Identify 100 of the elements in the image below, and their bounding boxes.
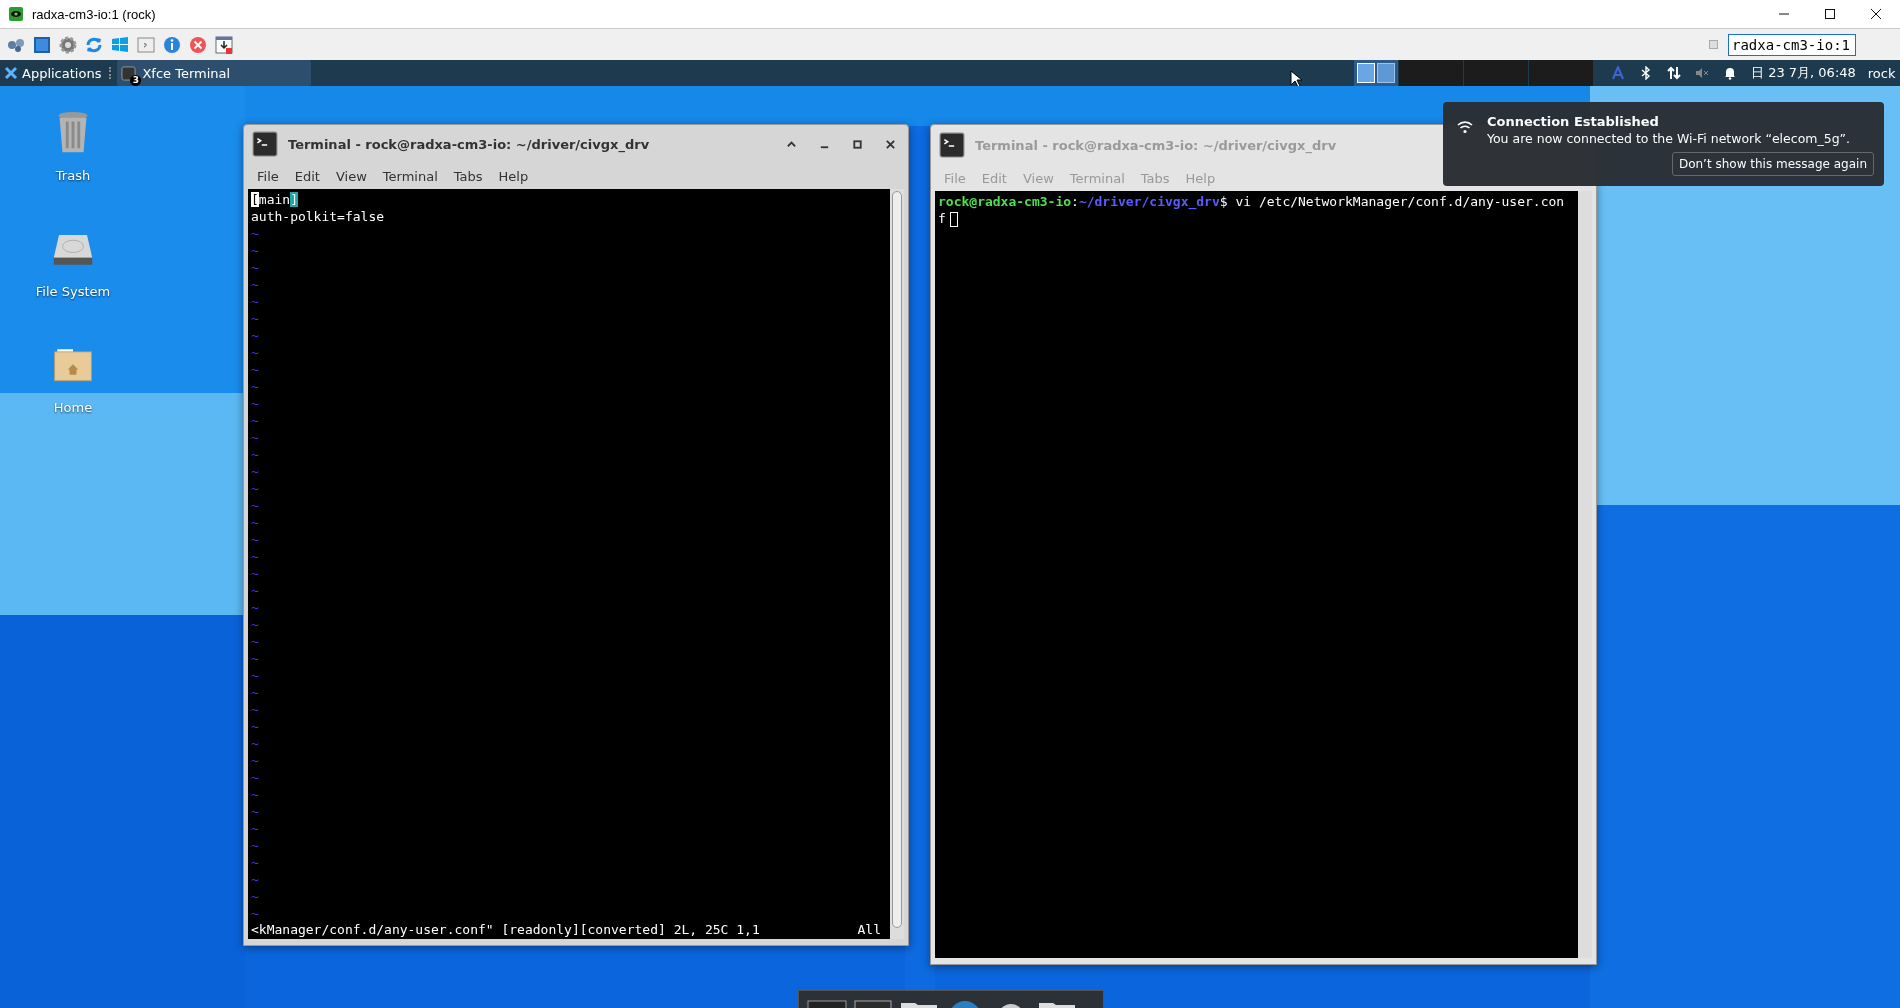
empty-line-tilde: ~: [251, 515, 259, 530]
empty-line-tilde: ~: [251, 396, 259, 411]
info-icon[interactable]: [162, 34, 182, 55]
empty-line-tilde: ~: [251, 243, 259, 258]
panel-slot: [1464, 60, 1528, 86]
empty-line-tilde: ~: [251, 481, 259, 496]
empty-line-tilde: ~: [251, 634, 259, 649]
download-icon[interactable]: [214, 34, 234, 55]
notification-title: Connection Established: [1487, 114, 1660, 129]
empty-line-tilde: ~: [251, 294, 259, 309]
empty-line-tilde: ~: [251, 770, 259, 785]
desktop-icon-label[interactable]: File System: [35, 284, 111, 299]
maximize-icon[interactable]: [1824, 8, 1836, 20]
terminal-text: ]: [290, 192, 298, 207]
scrollbar[interactable]: [890, 189, 904, 939]
empty-line-tilde: ~: [251, 753, 259, 768]
empty-line-tilde: ~: [251, 362, 259, 377]
empty-line-tilde: ~: [251, 702, 259, 717]
close-icon[interactable]: [885, 138, 896, 150]
empty-line-tilde: ~: [251, 277, 259, 292]
empty-line-tilde: ~: [251, 583, 259, 598]
empty-line-tilde: ~: [251, 532, 259, 547]
empty-line-tilde: ~: [251, 906, 259, 921]
terminal-icon: [252, 131, 278, 158]
roll-up-icon[interactable]: [786, 138, 797, 150]
status-square-icon: [1709, 40, 1718, 49]
close-icon[interactable]: [1870, 8, 1882, 20]
host-field[interactable]: radxa-cm3-io:1: [1728, 33, 1856, 56]
terminal-text: f: [938, 211, 946, 226]
menu-item[interactable]: Tabs: [446, 168, 490, 184]
window-title: radxa-cm3-io:1 (rock): [32, 6, 156, 22]
wifi-icon: [1457, 120, 1473, 134]
empty-line-tilde: ~: [251, 736, 259, 751]
panel-slot: [1529, 60, 1593, 86]
empty-line-tilde: ~: [251, 498, 259, 513]
empty-line-tilde: ~: [251, 821, 259, 836]
x-logo-icon: [4, 66, 18, 80]
user-name[interactable]: rock: [1867, 65, 1896, 81]
empty-line-tilde: ~: [251, 260, 259, 275]
windows-logo-icon[interactable]: [110, 34, 130, 55]
dont-show-button[interactable]: Don’t show this message again: [1671, 152, 1874, 176]
terminal-icon: [939, 132, 965, 158]
menu-item[interactable]: Terminal: [375, 168, 445, 184]
empty-line-tilde: ~: [251, 311, 259, 326]
terminal-text: :: [1071, 194, 1079, 209]
maximize-icon[interactable]: [852, 138, 863, 150]
applications-menu[interactable]: Applications: [0, 60, 106, 86]
empty-line-tilde: ~: [251, 447, 259, 462]
count-badge: 3: [130, 74, 142, 86]
empty-line-tilde: ~: [251, 464, 259, 479]
empty-line-tilde: ~: [251, 549, 259, 564]
terminal-text: main: [258, 192, 291, 207]
empty-line-tilde: ~: [251, 413, 259, 428]
menu-item[interactable]: Edit: [287, 168, 327, 184]
empty-line-tilde: ~: [251, 668, 259, 683]
empty-line-tilde: ~: [251, 855, 259, 870]
vim-position: All: [857, 922, 881, 937]
terminal-text: auth-polkit=false: [251, 209, 385, 224]
settings-icon[interactable]: [58, 34, 78, 55]
empty-line-tilde: ~: [251, 566, 259, 581]
text-cursor: [949, 212, 958, 227]
empty-line-tilde: ~: [251, 787, 259, 802]
menu-item[interactable]: View: [328, 168, 374, 184]
empty-line-tilde: ~: [251, 719, 259, 734]
terminal-title: Terminal - rock@radxa-cm3-io: ~/driver/civgx_drv: [288, 136, 650, 152]
keyboard-icon[interactable]: [136, 34, 156, 55]
empty-line-tilde: ~: [251, 226, 259, 241]
notification-bell-icon[interactable]: [1723, 66, 1737, 80]
empty-line-tilde: ~: [251, 872, 259, 887]
empty-line-tilde: ~: [251, 328, 259, 343]
menu-item[interactable]: Help: [491, 168, 536, 184]
scrollbar[interactable]: [1578, 191, 1592, 958]
terminal-icon: [121, 65, 137, 81]
empty-line-tilde: ~: [251, 345, 259, 360]
notification-message: You are now connected to the Wi-Fi network “elecom_5g”.: [1487, 131, 1852, 146]
empty-line-tilde: ~: [251, 651, 259, 666]
fullscreen-icon[interactable]: [32, 34, 52, 55]
desktop-icon-label[interactable]: Trash: [55, 168, 91, 183]
empty-line-tilde: ~: [251, 379, 259, 394]
terminal-title: Terminal - rock@radxa-cm3-io: ~/driver/civgx_drv: [975, 137, 1337, 153]
network-arrows-icon[interactable]: [1667, 66, 1681, 80]
vim-status-message: <kManager/conf.d/any-user.conf" [readonly][converted] 2L, 25C 1,1: [251, 922, 760, 937]
empty-line-tilde: ~: [251, 804, 259, 819]
keyboard-layout-icon[interactable]: [1611, 66, 1625, 80]
terminal-text: $ vi /etc/NetworkManager/conf.d/any-user.con: [1219, 194, 1565, 209]
empty-line-tilde: ~: [251, 430, 259, 445]
taskbar-button[interactable]: 3 Xfce Terminal: [117, 60, 312, 86]
empty-line-tilde: ~: [251, 889, 259, 904]
menu-item[interactable]: File: [250, 168, 286, 184]
empty-line-tilde: ~: [251, 600, 259, 615]
terminal-text: ~/driver/civgx_drv: [1078, 194, 1220, 209]
mouse-pointer-icon: [1290, 70, 1302, 88]
empty-line-tilde: ~: [251, 838, 259, 853]
viewer-logo-icon: [8, 6, 24, 22]
muted-speaker-icon[interactable]: [1695, 66, 1709, 80]
empty-line-tilde: ~: [251, 617, 259, 632]
panel-slot: [1399, 60, 1463, 86]
clock[interactable]: 日 23 7月, 06:48: [1751, 64, 1856, 82]
terminal-text: [: [251, 192, 259, 207]
workspace-thumbnail[interactable]: [1377, 63, 1395, 83]
